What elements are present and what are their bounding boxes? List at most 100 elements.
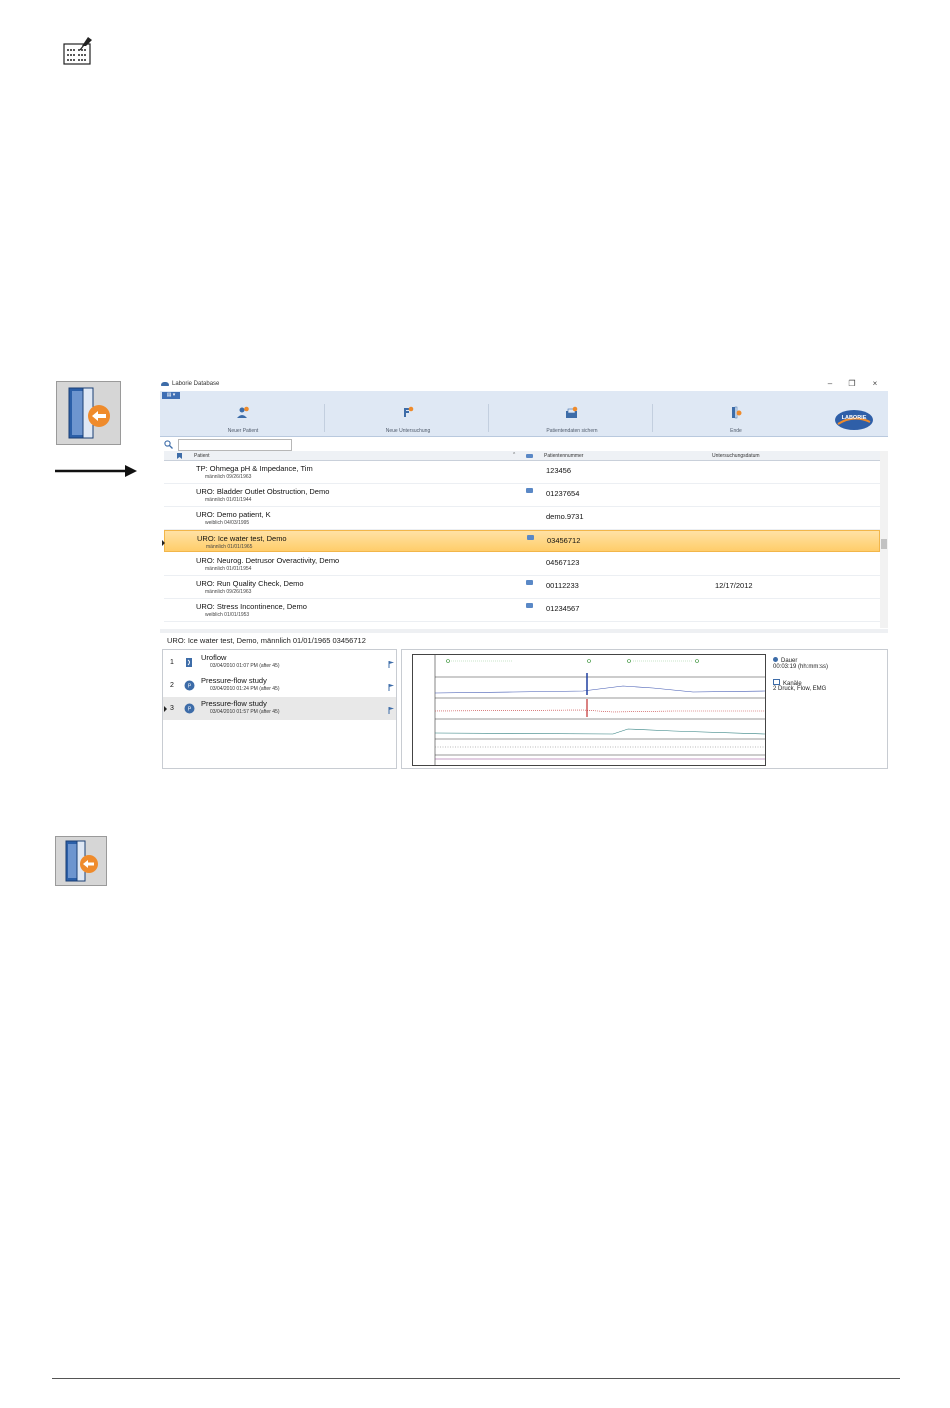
exit-label: Ende xyxy=(730,428,742,434)
clock-icon xyxy=(773,657,778,662)
examination-trace-thumbnail xyxy=(412,654,766,766)
patient-row[interactable]: URO: Run Quality Check, Demo männlich 09… xyxy=(164,576,880,599)
patient-number: 00112233 xyxy=(546,581,579,590)
examination-date-column-header[interactable]: Untersuchungsdatum xyxy=(712,453,760,459)
patient-number: 04567123 xyxy=(546,558,580,567)
patient-sex-birthdate: männlich 09/26/1963 xyxy=(205,474,252,480)
selected-patient-info: URO: Ice water test, Demo, männlich 01/0… xyxy=(167,636,366,645)
search-icon xyxy=(164,440,173,449)
pressure-flow-icon: P xyxy=(184,680,195,691)
patient-number: 01237654 xyxy=(546,489,580,498)
new-patient-button[interactable]: Neuer Patient xyxy=(162,400,324,436)
examination-date: 12/17/2012 xyxy=(715,581,753,590)
patient-row[interactable]: URO: Demo patient, K weiblich 04/03/1995… xyxy=(164,507,880,530)
list-scrollbar-thumb[interactable] xyxy=(881,539,887,549)
table-header: Patient ⌃ Patientennummer Untersuchungsd… xyxy=(164,451,880,461)
new-patient-label: Neuer Patient xyxy=(227,428,259,434)
exit-icon xyxy=(732,406,742,419)
pinned-note-icon xyxy=(63,37,92,65)
examination-date: 03/04/2010 01:24 PM (after 45) xyxy=(210,686,280,692)
patient-name: URO: Ice water test, Demo xyxy=(197,534,287,543)
exit-door-icon xyxy=(65,840,98,882)
sort-indicator-icon: ⌃ xyxy=(512,452,517,458)
save-patient-data-button[interactable]: Patientendaten sichern xyxy=(491,400,653,436)
patient-row[interactable]: URO: Stress Incontinence, Demo weiblich … xyxy=(164,599,880,622)
laborie-logo: LABORIE xyxy=(835,410,873,430)
exam-file-icon xyxy=(526,603,533,608)
patient-sex-birthdate: männlich 01/01/1944 xyxy=(205,497,252,503)
channels-icon xyxy=(773,679,780,685)
footer-rule xyxy=(52,1378,900,1379)
app-menu-button[interactable]: ▤ ▾ xyxy=(162,392,180,399)
new-examination-icon xyxy=(404,406,414,417)
bookmark-column-icon xyxy=(177,453,182,461)
examination-title: Uroflow xyxy=(201,653,227,662)
search-input[interactable] xyxy=(178,439,292,451)
patient-row[interactable]: TP: Ohmega pH & Impedance, Tim männlich … xyxy=(164,461,880,484)
patient-row[interactable]: URO: Neurog. Detrusor Overactivity, Demo… xyxy=(164,553,880,576)
patient-name: URO: Bladder Outlet Obstruction, Demo xyxy=(196,487,330,496)
pointer-arrow-icon xyxy=(55,465,137,477)
app-logo-icon xyxy=(161,382,169,386)
examination-item-selected[interactable]: 3 P Pressure-flow study 03/04/2010 01:57… xyxy=(163,697,396,720)
pane-splitter[interactable] xyxy=(160,629,888,633)
examination-item[interactable]: 1 Uroflow 03/04/2010 01:07 PM (after 45) xyxy=(163,651,396,674)
patient-row-selected[interactable]: URO: Ice water test, Demo männlich 01/01… xyxy=(162,530,880,552)
flag-icon xyxy=(388,661,394,668)
patient-number: 01234567 xyxy=(546,604,580,613)
ribbon-separator xyxy=(488,404,489,432)
menu-bar xyxy=(160,391,888,400)
save-patient-data-icon xyxy=(566,406,578,418)
examination-index: 1 xyxy=(170,659,174,666)
laborie-database-window: Laborie Database – ❐ × ▤ ▾ Neuer Patient… xyxy=(160,378,888,771)
patient-sex-birthdate: weiblich 04/03/1995 xyxy=(205,520,250,526)
patient-name: URO: Demo patient, K xyxy=(196,510,271,519)
examination-title: Pressure-flow study xyxy=(201,699,267,708)
uroflow-icon xyxy=(186,658,192,667)
minimize-button[interactable]: – xyxy=(824,379,836,388)
ribbon-separator xyxy=(324,404,325,432)
title-bar: Laborie Database – ❐ × xyxy=(160,378,888,391)
examination-date: 03/04/2010 01:57 PM (after 45) xyxy=(210,709,280,715)
exam-file-icon xyxy=(526,488,533,493)
examination-list: 1 Uroflow 03/04/2010 01:07 PM (after 45)… xyxy=(162,649,397,769)
new-patient-icon xyxy=(237,406,249,418)
exam-file-icon xyxy=(527,535,534,540)
patient-name: TP: Ohmega pH & Impedance, Tim xyxy=(196,464,313,473)
exit-button-large xyxy=(56,381,121,445)
new-examination-button[interactable]: Neue Untersuchung xyxy=(327,400,489,436)
patient-column-header[interactable]: Patient xyxy=(194,453,210,459)
patient-row[interactable]: URO: Bladder Outlet Obstruction, Demo mä… xyxy=(164,484,880,507)
patient-number: demo.9731 xyxy=(546,512,584,521)
file-column-icon xyxy=(526,454,533,458)
restore-button[interactable]: ❐ xyxy=(846,379,858,388)
save-patient-data-label: Patientendaten sichern xyxy=(546,428,598,434)
pressure-flow-icon: P xyxy=(184,703,195,714)
patient-number: 123456 xyxy=(546,466,572,475)
examination-item[interactable]: 2 P Pressure-flow study 03/04/2010 01:24… xyxy=(163,674,396,697)
channels-value: 2 Druck, Flow, EMG xyxy=(773,686,827,692)
current-row-marker-icon xyxy=(162,540,165,546)
exit-door-icon xyxy=(68,387,110,439)
exit-button-small xyxy=(55,836,107,886)
patient-name: URO: Run Quality Check, Demo xyxy=(196,579,304,588)
patient-list: TP: Ohmega pH & Impedance, Tim männlich … xyxy=(162,461,880,628)
duration-label: Dauer xyxy=(773,657,797,664)
patient-name: URO: Stress Incontinence, Demo xyxy=(196,602,307,611)
examination-index: 3 xyxy=(170,705,174,712)
flag-icon xyxy=(388,707,394,714)
patient-sex-birthdate: männlich 01/01/1965 xyxy=(206,544,253,550)
exit-button[interactable]: Ende xyxy=(655,400,817,436)
laborie-logo-text: LABORIE xyxy=(842,415,867,421)
patient-number-column-header[interactable]: Patientennummer xyxy=(544,453,583,459)
close-button[interactable]: × xyxy=(869,379,881,388)
window-title: Laborie Database xyxy=(172,381,220,387)
examination-index: 2 xyxy=(170,682,174,689)
current-row-marker-icon xyxy=(164,706,167,712)
patient-sex-birthdate: weiblich 01/01/1953 xyxy=(205,612,250,618)
patient-sex-birthdate: männlich 01/01/1954 xyxy=(205,566,252,572)
examination-date: 03/04/2010 01:07 PM (after 45) xyxy=(210,663,280,669)
patient-number: 03456712 xyxy=(547,536,581,545)
flag-icon xyxy=(388,684,394,691)
duration-value: 00:03:19 (hh:mm:ss) xyxy=(773,664,829,670)
